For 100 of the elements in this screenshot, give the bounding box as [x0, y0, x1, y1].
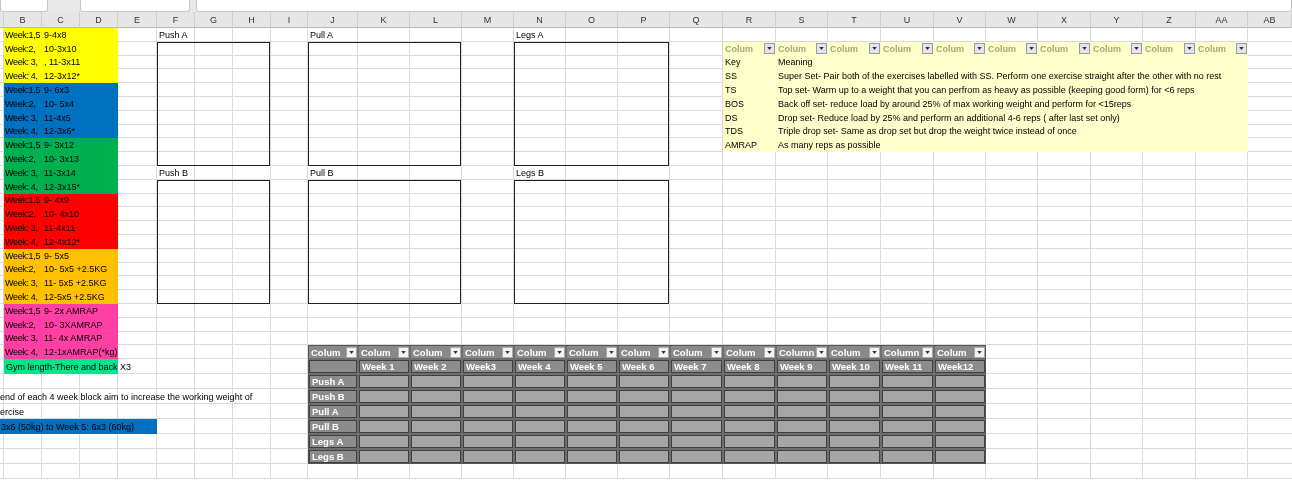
table-cell[interactable] — [671, 450, 722, 464]
filter-dropdown[interactable] — [922, 43, 933, 55]
table-cell[interactable] — [829, 375, 880, 389]
table-cell[interactable] — [411, 390, 461, 404]
table-cell[interactable] — [935, 405, 985, 419]
table-cell[interactable] — [882, 405, 933, 419]
column-header[interactable]: B — [4, 12, 42, 28]
table-cell[interactable] — [882, 390, 933, 404]
column-header[interactable]: AA — [1196, 12, 1248, 28]
table-cell[interactable] — [724, 435, 775, 449]
table-cell[interactable] — [411, 435, 461, 449]
table-cell[interactable] — [724, 405, 775, 419]
formula-field[interactable] — [196, 0, 1292, 12]
table-cell[interactable] — [777, 450, 827, 464]
filter-dropdown[interactable] — [450, 346, 461, 358]
table-cell[interactable] — [359, 405, 409, 419]
table-cell[interactable] — [567, 405, 617, 419]
table-cell[interactable] — [882, 450, 933, 464]
table-cell[interactable] — [935, 375, 985, 389]
table-cell[interactable] — [724, 375, 775, 389]
filter-dropdown[interactable] — [1236, 43, 1247, 55]
column-header[interactable]: P — [618, 12, 670, 28]
table-cell[interactable] — [463, 435, 513, 449]
column-header[interactable]: L — [410, 12, 462, 28]
filter-dropdown[interactable] — [502, 346, 513, 358]
table-cell[interactable] — [463, 375, 513, 389]
column-header[interactable]: I — [271, 12, 308, 28]
table-cell[interactable] — [882, 375, 933, 389]
table-cell[interactable] — [619, 435, 669, 449]
column-header[interactable]: F — [157, 12, 195, 28]
table-cell[interactable] — [671, 435, 722, 449]
table-cell[interactable] — [882, 435, 933, 449]
table-cell[interactable] — [671, 375, 722, 389]
table-cell[interactable] — [724, 420, 775, 434]
table-cell[interactable] — [515, 435, 565, 449]
formula-field[interactable] — [80, 0, 190, 12]
filter-dropdown[interactable] — [1131, 43, 1142, 55]
table-cell[interactable] — [411, 450, 461, 464]
table-cell[interactable] — [829, 420, 880, 434]
column-header[interactable]: Q — [670, 12, 723, 28]
table-cell[interactable] — [567, 435, 617, 449]
filter-dropdown[interactable] — [764, 43, 775, 55]
column-header[interactable]: Z — [1143, 12, 1196, 28]
table-cell[interactable] — [411, 375, 461, 389]
table-cell[interactable] — [619, 450, 669, 464]
column-header[interactable]: C — [42, 12, 80, 28]
table-cell[interactable] — [359, 420, 409, 434]
table-cell[interactable] — [567, 390, 617, 404]
table-cell[interactable] — [671, 390, 722, 404]
column-header[interactable]: D — [80, 12, 118, 28]
filter-dropdown[interactable] — [658, 346, 669, 358]
table-cell[interactable] — [935, 450, 985, 464]
table-cell[interactable] — [359, 450, 409, 464]
column-header[interactable]: N — [514, 12, 566, 28]
table-cell[interactable] — [567, 375, 617, 389]
table-cell[interactable] — [411, 420, 461, 434]
table-cell[interactable] — [411, 405, 461, 419]
column-header[interactable]: G — [195, 12, 233, 28]
column-header[interactable]: X — [1038, 12, 1091, 28]
filter-dropdown[interactable] — [816, 43, 827, 55]
table-cell[interactable] — [671, 420, 722, 434]
filter-dropdown[interactable] — [974, 43, 985, 55]
table-cell[interactable] — [777, 420, 827, 434]
table-cell[interactable] — [619, 420, 669, 434]
table-cell[interactable] — [829, 435, 880, 449]
table-cell[interactable] — [515, 405, 565, 419]
table-cell[interactable] — [515, 390, 565, 404]
table-cell[interactable] — [567, 450, 617, 464]
column-header[interactable]: Y — [1091, 12, 1143, 28]
table-cell[interactable] — [777, 405, 827, 419]
table-cell[interactable] — [463, 390, 513, 404]
table-cell[interactable] — [619, 390, 669, 404]
table-cell[interactable] — [515, 420, 565, 434]
column-header[interactable]: W — [986, 12, 1038, 28]
filter-dropdown[interactable] — [974, 346, 985, 358]
table-cell[interactable] — [829, 390, 880, 404]
filter-dropdown[interactable] — [816, 346, 827, 358]
filter-dropdown[interactable] — [711, 346, 722, 358]
filter-dropdown[interactable] — [398, 346, 409, 358]
column-header[interactable]: J — [308, 12, 358, 28]
table-cell[interactable] — [671, 405, 722, 419]
column-header[interactable]: AB — [1248, 12, 1292, 28]
table-cell[interactable] — [935, 435, 985, 449]
column-header[interactable]: O — [566, 12, 618, 28]
table-cell[interactable] — [935, 390, 985, 404]
column-header[interactable]: V — [934, 12, 986, 28]
table-cell[interactable] — [777, 435, 827, 449]
filter-dropdown[interactable] — [346, 346, 357, 358]
filter-dropdown[interactable] — [606, 346, 617, 358]
column-header[interactable]: K — [358, 12, 410, 28]
table-cell[interactable] — [515, 375, 565, 389]
column-header[interactable]: S — [776, 12, 828, 28]
table-cell[interactable] — [463, 405, 513, 419]
filter-dropdown[interactable] — [869, 43, 880, 55]
table-cell[interactable] — [359, 390, 409, 404]
column-header[interactable]: U — [881, 12, 934, 28]
filter-dropdown[interactable] — [1079, 43, 1090, 55]
table-cell[interactable] — [777, 390, 827, 404]
column-header[interactable]: R — [723, 12, 776, 28]
filter-dropdown[interactable] — [764, 346, 775, 358]
